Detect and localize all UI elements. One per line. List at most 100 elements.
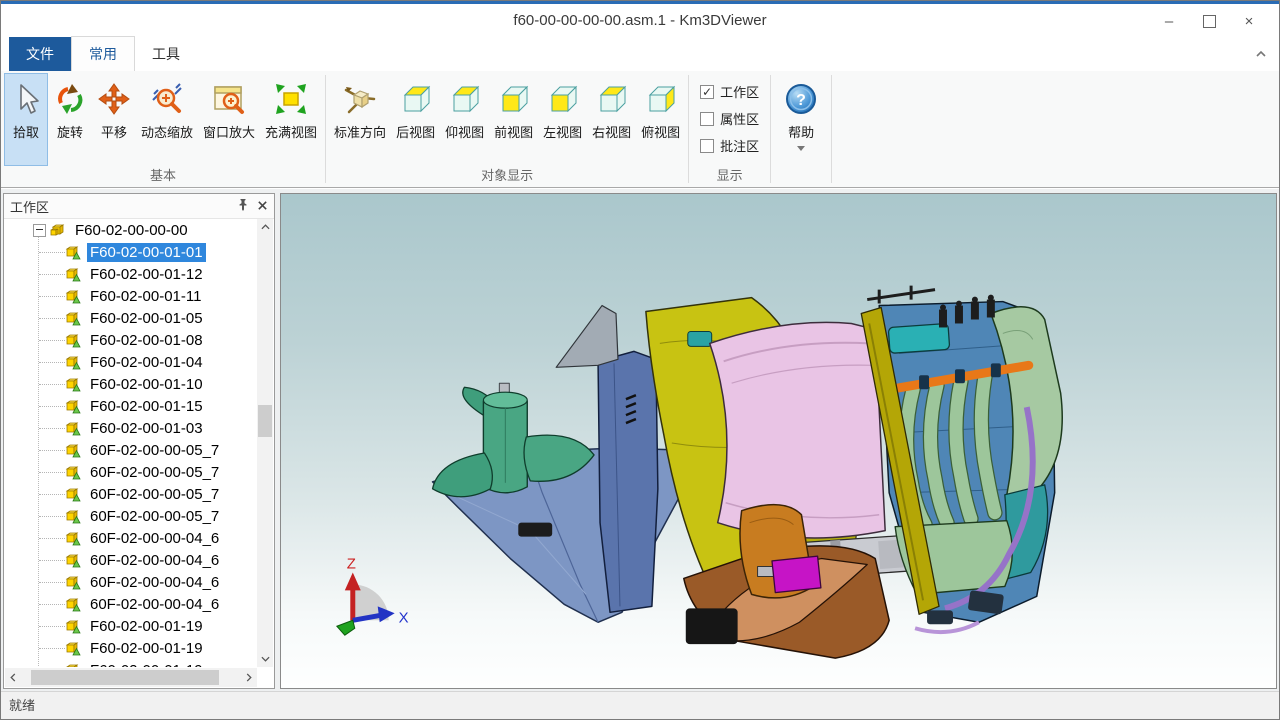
group-label-help [771,166,831,187]
pick-button[interactable]: 拾取 [4,73,48,166]
tree-item[interactable]: F60-02-00-01-01 [5,241,257,263]
part-icon [65,596,81,612]
tree-connector [39,428,65,429]
outboard-motor-model: Z X [281,194,1276,688]
button-label: 充满视图 [265,122,317,141]
window-zoom-button[interactable]: 窗口放大 [198,73,260,166]
tree-root-item[interactable]: F60-02-00-00-00 [5,219,257,241]
group-separator [831,75,832,183]
right-view-button[interactable]: 右视图 [587,73,636,166]
tree-item[interactable]: F60-02-00-01-19 [5,637,257,659]
horizontal-scrollbar[interactable] [5,668,257,687]
close-button[interactable]: × [1229,8,1269,34]
tree-item[interactable]: F60-02-00-01-19 [5,615,257,637]
properties-checkbox[interactable]: 属性区 [700,109,759,128]
tree-connector [39,252,65,253]
part-icon [65,464,81,480]
button-label: 旋转 [57,122,83,141]
tree-connector [39,472,65,473]
tree-item[interactable]: F60-02-00-01-08 [5,329,257,351]
window-title: f60-00-00-00-00.asm.1 - Km3DViewer [1,12,1279,29]
tree-item-label: 60F-02-00-00-04_6 [87,595,222,614]
vertical-scrollbar[interactable] [257,219,273,667]
tree-item[interactable]: F60-02-00-01-12 [5,263,257,285]
tab-tools[interactable]: 工具 [135,37,197,71]
pin-icon[interactable] [237,198,249,214]
front-view-button[interactable]: 前视图 [489,73,538,166]
tree-connector [39,626,65,627]
ribbon: 拾取 旋转 [1,71,1279,188]
tree-item[interactable]: 60F-02-00-00-05_7 [5,461,257,483]
back-view-button[interactable]: 后视图 [391,73,440,166]
minimize-button[interactable]: – [1149,8,1189,34]
tree-item-label: F60-02-00-01-19 [87,617,206,636]
standard-orientation-button[interactable]: 标准方向 [329,73,391,166]
tree-item-label: 60F-02-00-00-05_7 [87,507,222,526]
cursor-icon [9,81,43,117]
part-icon [65,354,81,370]
part-icon [65,420,81,436]
tree-item[interactable]: 60F-02-00-00-04_6 [5,549,257,571]
tree-item[interactable]: F60-02-00-01-03 [5,417,257,439]
tree-item[interactable]: F60-02-00-01-10 [5,373,257,395]
dynamic-zoom-button[interactable]: 动态缩放 [136,73,198,166]
scroll-up-icon[interactable] [257,219,273,235]
tree-item[interactable]: F60-02-00-01-15 [5,395,257,417]
fit-view-icon [274,81,308,117]
top-view-button[interactable]: 俯视图 [636,73,685,166]
maximize-button[interactable] [1189,8,1229,34]
orientation-cube-icon [343,81,377,117]
button-label: 前视图 [494,122,533,141]
axis-z-label: Z [347,555,356,572]
checkbox-label: 批注区 [720,136,759,155]
help-button[interactable]: ? 帮助 [774,73,828,166]
tree-item[interactable]: F60-02-00-01-11 [5,285,257,307]
button-label: 左视图 [543,122,582,141]
tree-item[interactable]: 60F-02-00-00-04_6 [5,593,257,615]
panel-close-icon[interactable] [257,199,268,214]
main-area: 工作区 F60-02-00-00-00F60-02-00-01-01F60-02… [1,189,1279,691]
tree-item[interactable]: F60-02-00-01-19 [5,659,257,667]
part-icon [65,266,81,282]
workspace-checkbox[interactable]: ✓工作区 [700,82,759,101]
view-cube-icon [644,81,678,117]
bottom-view-button[interactable]: 仰视图 [440,73,489,166]
part-icon [65,332,81,348]
part-icon [65,662,81,667]
tree-connector [39,516,65,517]
scroll-right-icon[interactable] [241,670,257,686]
expand-collapse-toggle[interactable] [33,224,46,237]
tree-item[interactable]: 60F-02-00-00-04_6 [5,571,257,593]
status-text: 就绪 [9,695,35,714]
tree-item[interactable]: 60F-02-00-00-05_7 [5,505,257,527]
tree-item[interactable]: F60-02-00-01-05 [5,307,257,329]
tree-item[interactable]: 60F-02-00-00-04_6 [5,527,257,549]
checkbox-label: 属性区 [720,109,759,128]
tree-item-label: F60-02-00-01-03 [87,419,206,438]
tree-item-label: 60F-02-00-00-04_6 [87,573,222,592]
titlebar: f60-00-00-00-00.asm.1 - Km3DViewer – × [1,1,1279,40]
vertical-scroll-thumb[interactable] [258,405,272,437]
tree-connector [39,274,65,275]
tree-item-label: 60F-02-00-00-04_6 [87,529,222,548]
tree-item[interactable]: 60F-02-00-00-05_7 [5,483,257,505]
tree-item-label: F60-02-00-01-05 [87,309,206,328]
scroll-down-icon[interactable] [257,651,273,667]
horizontal-scroll-thumb[interactable] [31,670,219,685]
viewport-3d[interactable]: Z X [280,193,1277,689]
tree-item-label: F60-02-00-00-00 [72,221,191,240]
ribbon-collapse-chevron-icon[interactable] [1255,45,1267,63]
scroll-left-icon[interactable] [5,670,21,686]
fit-view-button[interactable]: 充满视图 [260,73,322,166]
tab-home[interactable]: 常用 [71,36,135,71]
tab-file[interactable]: 文件 [9,37,71,71]
annotations-checkbox[interactable]: 批注区 [700,136,759,155]
pan-button[interactable]: 平移 [92,73,136,166]
help-icon: ? [784,81,818,117]
tree-item[interactable]: 60F-02-00-00-05_7 [5,439,257,461]
rotate-button[interactable]: 旋转 [48,73,92,166]
left-view-button[interactable]: 左视图 [538,73,587,166]
tree-item[interactable]: F60-02-00-01-04 [5,351,257,373]
tree-connector [39,318,65,319]
button-label: 后视图 [396,122,435,141]
